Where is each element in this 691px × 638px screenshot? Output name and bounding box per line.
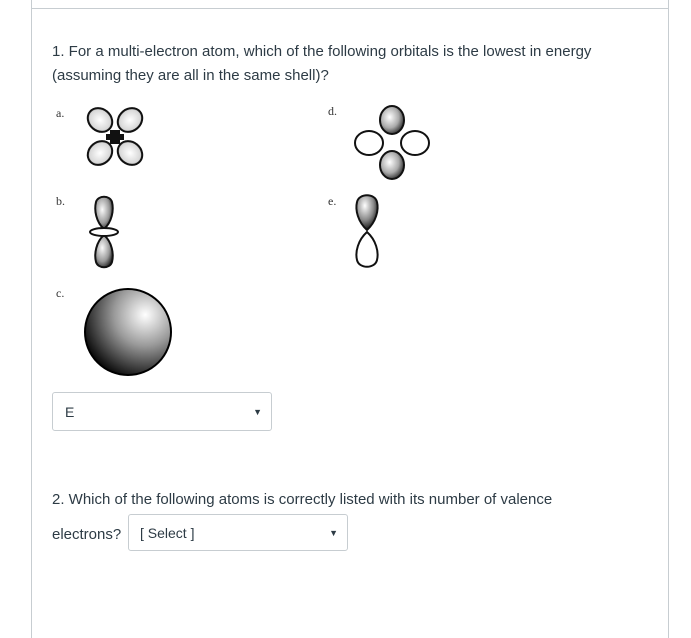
option-c-label: c.	[56, 286, 65, 300]
p-orbital-icon	[355, 194, 379, 268]
select-value: [ Select ]	[140, 524, 195, 541]
dz2-orbital-icon	[89, 195, 119, 269]
d-orbital-icon	[86, 107, 144, 166]
chevron-down-icon: ▼	[253, 406, 262, 417]
s-orbital-icon	[84, 288, 172, 376]
question-2-text-tail: electrons?	[52, 526, 122, 543]
question-2-answer-select[interactable]: [ Select ] ▼	[128, 514, 348, 551]
option-a-label: a.	[56, 106, 65, 120]
d-orbital-shaded-icon	[354, 105, 430, 180]
select-value: E	[65, 403, 75, 420]
divider	[31, 8, 669, 9]
chevron-down-icon: ▼	[329, 527, 338, 538]
option-e-label: e.	[328, 194, 337, 208]
option-b-label: b.	[56, 194, 65, 208]
question-1-text: 1. For a multi-electron atom, which of t…	[52, 43, 592, 84]
question-2-text: 2. Which of the following atoms is corre…	[52, 491, 553, 508]
option-d-label: d.	[328, 104, 337, 118]
question-1-answer-select[interactable]: E ▼	[52, 392, 272, 431]
